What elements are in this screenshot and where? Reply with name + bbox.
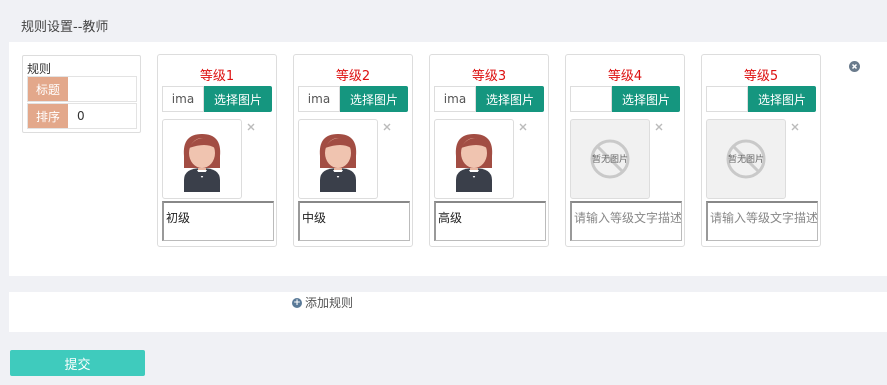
level-description-input[interactable]: 请输入等级文字描述 [570,201,682,241]
level-description-input[interactable]: 高级 [434,201,546,241]
level-card: 等级2 ima 选择图片 中级 [293,54,413,247]
choose-image-button[interactable]: 选择图片 [340,86,408,112]
plus-circle-icon: + [292,297,302,308]
remove-image-icon[interactable] [654,121,664,131]
add-rule-label: 添加规则 [305,296,354,310]
level-image [298,119,378,199]
level-title: 等级1 [199,69,235,84]
choose-image-button[interactable]: 选择图片 [748,86,816,112]
level-title: 等级5 [743,69,779,84]
level-card: 等级1 ima 选择图片 初级 [157,54,277,247]
level-card: 等级4 选择图片 暂无图片 请输入等级文字描述 [565,54,685,247]
level-title: 等级2 [335,69,371,84]
level-image [162,119,242,199]
level-title: 等级4 [607,69,643,84]
file-name-field[interactable] [706,86,748,112]
remove-image-icon[interactable] [518,121,528,131]
choose-image-button[interactable]: 选择图片 [476,86,544,112]
add-rule-panel [9,292,887,332]
rule-title-input[interactable] [68,77,136,101]
rule-order-label: 排序 [28,104,68,128]
no-image-text: 暂无图片 [592,153,628,165]
remove-image-icon[interactable] [382,121,392,131]
rule-order-input[interactable]: 0 [68,104,136,128]
page-title: 规则设置--教师 [21,20,109,35]
file-name-field[interactable]: ima [162,86,204,112]
remove-image-icon[interactable] [246,121,256,131]
file-name-field[interactable] [570,86,612,112]
close-icon[interactable] [849,61,860,72]
no-image-placeholder: 暂无图片 [570,119,650,199]
choose-image-button[interactable]: 选择图片 [204,86,272,112]
rule-box: 规则 标题 排序 0 [22,55,141,133]
file-name-field[interactable]: ima [434,86,476,112]
rule-title-label: 标题 [28,77,68,101]
file-name-field[interactable]: ima [298,86,340,112]
no-image-placeholder: 暂无图片 [706,119,786,199]
level-image [434,119,514,199]
level-description-input[interactable]: 中级 [298,201,410,241]
level-title: 等级3 [471,69,507,84]
level-description-input[interactable]: 初级 [162,201,274,241]
remove-image-icon[interactable] [790,121,800,131]
level-card: 等级3 ima 选择图片 高级 [429,54,549,247]
level-description-input[interactable]: 请输入等级文字描述 [706,201,818,241]
rule-label: 规则 [27,62,52,76]
rule-title-row: 标题 [27,76,137,102]
no-image-text: 暂无图片 [728,153,764,165]
choose-image-button[interactable]: 选择图片 [612,86,680,112]
submit-button[interactable]: 提交 [10,350,145,376]
level-card: 等级5 选择图片 暂无图片 请输入等级文字描述 [701,54,821,247]
add-rule-button[interactable]: + 添加规则 [292,294,353,311]
rule-order-row: 排序 0 [27,103,137,129]
